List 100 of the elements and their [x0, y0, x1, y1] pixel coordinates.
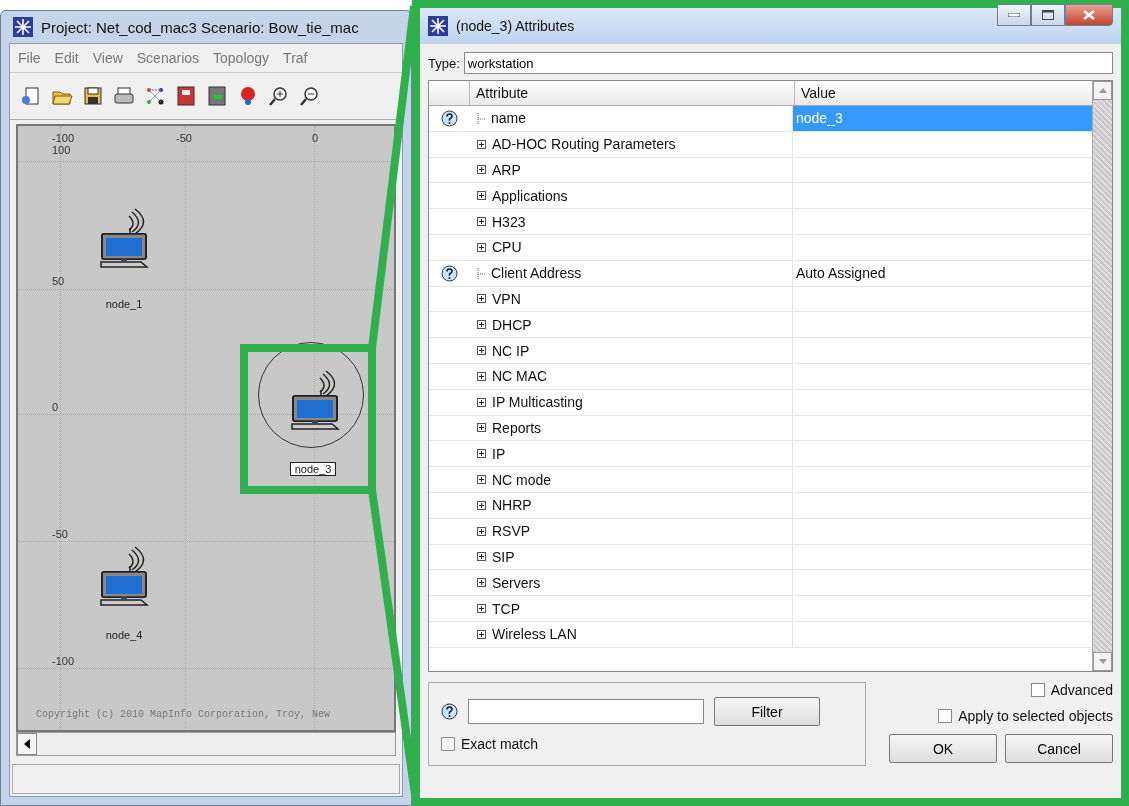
- expand-icon[interactable]: [477, 346, 486, 356]
- table-row[interactable]: IP: [429, 441, 1092, 468]
- expand-icon[interactable]: [477, 371, 486, 381]
- workstation-icon[interactable]: [99, 206, 149, 268]
- attribute-name[interactable]: TCP: [492, 600, 520, 617]
- scroll-left-button[interactable]: [17, 733, 37, 755]
- expand-icon[interactable]: [477, 242, 486, 252]
- menu-item[interactable]: Scenarios: [136, 50, 200, 66]
- expand-icon[interactable]: [477, 217, 486, 227]
- node-add-icon[interactable]: [206, 85, 228, 107]
- table-row[interactable]: H323: [429, 209, 1092, 235]
- attribute-name[interactable]: IP: [492, 445, 506, 462]
- expand-icon[interactable]: [477, 397, 486, 407]
- horizontal-scrollbar[interactable]: [16, 732, 396, 756]
- checkbox-label[interactable]: Advanced: [1050, 682, 1113, 698]
- table-row[interactable]: RSVP: [429, 518, 1092, 545]
- table-row[interactable]: Applications: [429, 183, 1092, 210]
- expand-icon[interactable]: [477, 552, 486, 562]
- zoom-out-icon[interactable]: [299, 85, 321, 107]
- table-row[interactable]: Servers: [429, 570, 1092, 597]
- attribute-name[interactable]: NC MAC: [492, 368, 548, 385]
- checkbox[interactable]: [1030, 683, 1045, 697]
- attribute-name[interactable]: Applications: [492, 187, 568, 204]
- expand-icon[interactable]: [477, 423, 486, 433]
- attribute-name[interactable]: CPU: [492, 239, 522, 256]
- filter-button[interactable]: Filter: [714, 697, 820, 726]
- expand-icon[interactable]: [477, 526, 486, 536]
- attribute-name[interactable]: Wireless LAN: [492, 626, 577, 643]
- checkbox-label[interactable]: Apply to selected objects: [958, 708, 1113, 724]
- checkbox[interactable]: [441, 737, 455, 751]
- table-row[interactable]: Reports: [429, 415, 1092, 442]
- expand-icon[interactable]: [477, 191, 486, 201]
- filter-field[interactable]: [468, 699, 704, 724]
- attribute-name[interactable]: VPN: [492, 290, 521, 307]
- expand-icon[interactable]: [477, 449, 486, 459]
- expand-icon[interactable]: [477, 578, 486, 588]
- help-icon[interactable]: [441, 703, 458, 720]
- expand-icon[interactable]: [477, 320, 486, 330]
- table-row[interactable]: NC MAC: [429, 363, 1092, 390]
- table-row[interactable]: TCP: [429, 596, 1092, 622]
- table-row[interactable]: Wireless LAN: [429, 621, 1092, 648]
- ok-button[interactable]: OK: [889, 734, 997, 763]
- expand-icon[interactable]: [477, 294, 486, 304]
- minimize-button[interactable]: [997, 4, 1031, 26]
- attribute-name[interactable]: Reports: [492, 419, 542, 436]
- attribute-name[interactable]: NC mode: [492, 471, 552, 488]
- table-row[interactable]: CPU: [429, 235, 1092, 261]
- workstation-icon[interactable]: [290, 368, 340, 430]
- cancel-button[interactable]: Cancel: [1005, 734, 1113, 763]
- attribute-name[interactable]: Client Address: [491, 265, 582, 282]
- scroll-up-button[interactable]: [1093, 81, 1112, 100]
- help-icon[interactable]: [440, 109, 458, 127]
- table-row[interactable]: SIP: [429, 544, 1092, 571]
- table-row[interactable]: NHRP: [429, 492, 1092, 519]
- attribute-name[interactable]: ARP: [492, 162, 521, 178]
- table-row[interactable]: NC mode: [429, 467, 1092, 493]
- menu-item[interactable]: Traf: [283, 50, 308, 66]
- table-row[interactable]: IP Multicasting: [429, 389, 1092, 416]
- type-field[interactable]: workstation: [463, 52, 1113, 74]
- printer-icon[interactable]: [113, 85, 135, 107]
- attribute-name[interactable]: H323: [492, 213, 526, 230]
- checkbox[interactable]: [938, 709, 953, 723]
- attribute-name[interactable]: name: [491, 110, 527, 127]
- table-row[interactable]: Client Address Auto Assigned: [429, 260, 1092, 287]
- attribute-name[interactable]: SIP: [492, 548, 515, 565]
- attribute-name[interactable]: AD-HOC Routing Parameters: [492, 136, 676, 153]
- expand-icon[interactable]: [477, 165, 486, 175]
- table-row[interactable]: NC IP: [429, 338, 1092, 364]
- column-header[interactable]: Attribute: [469, 81, 794, 105]
- node-delete-icon[interactable]: [175, 85, 197, 107]
- save-icon[interactable]: [82, 85, 104, 107]
- help-icon[interactable]: [440, 264, 458, 282]
- table-row[interactable]: name node_3: [429, 106, 1092, 132]
- network-icon[interactable]: [144, 85, 166, 107]
- table-row[interactable]: ARP: [429, 157, 1092, 184]
- workstation-icon[interactable]: [99, 544, 149, 606]
- table-row[interactable]: VPN: [429, 286, 1092, 313]
- attribute-name[interactable]: RSVP: [492, 523, 531, 540]
- close-button[interactable]: [1065, 4, 1113, 26]
- new-document-icon[interactable]: [20, 85, 42, 107]
- expand-icon[interactable]: [477, 629, 486, 639]
- table-row[interactable]: DHCP: [429, 312, 1092, 339]
- expand-icon[interactable]: [477, 500, 486, 510]
- menu-item[interactable]: Edit: [54, 50, 79, 66]
- attribute-name[interactable]: NHRP: [492, 497, 532, 514]
- expand-icon[interactable]: [477, 475, 486, 485]
- checkbox-label[interactable]: Exact match: [461, 736, 539, 752]
- menu-item[interactable]: View: [92, 50, 123, 66]
- maximize-button[interactable]: [1031, 4, 1065, 26]
- attribute-name[interactable]: NC IP: [492, 342, 530, 359]
- expand-icon[interactable]: [477, 604, 486, 614]
- attribute-name[interactable]: IP Multicasting: [492, 394, 583, 411]
- attribute-value[interactable]: Auto Assigned: [793, 263, 889, 284]
- scroll-down-button[interactable]: [1093, 652, 1112, 671]
- zoom-in-icon[interactable]: [268, 85, 290, 107]
- attribute-name[interactable]: DHCP: [492, 316, 532, 333]
- menu-item[interactable]: File: [18, 50, 41, 66]
- menu-item[interactable]: Topology: [213, 50, 270, 66]
- table-row[interactable]: AD-HOC Routing Parameters: [429, 131, 1092, 158]
- attribute-name[interactable]: Servers: [492, 574, 541, 591]
